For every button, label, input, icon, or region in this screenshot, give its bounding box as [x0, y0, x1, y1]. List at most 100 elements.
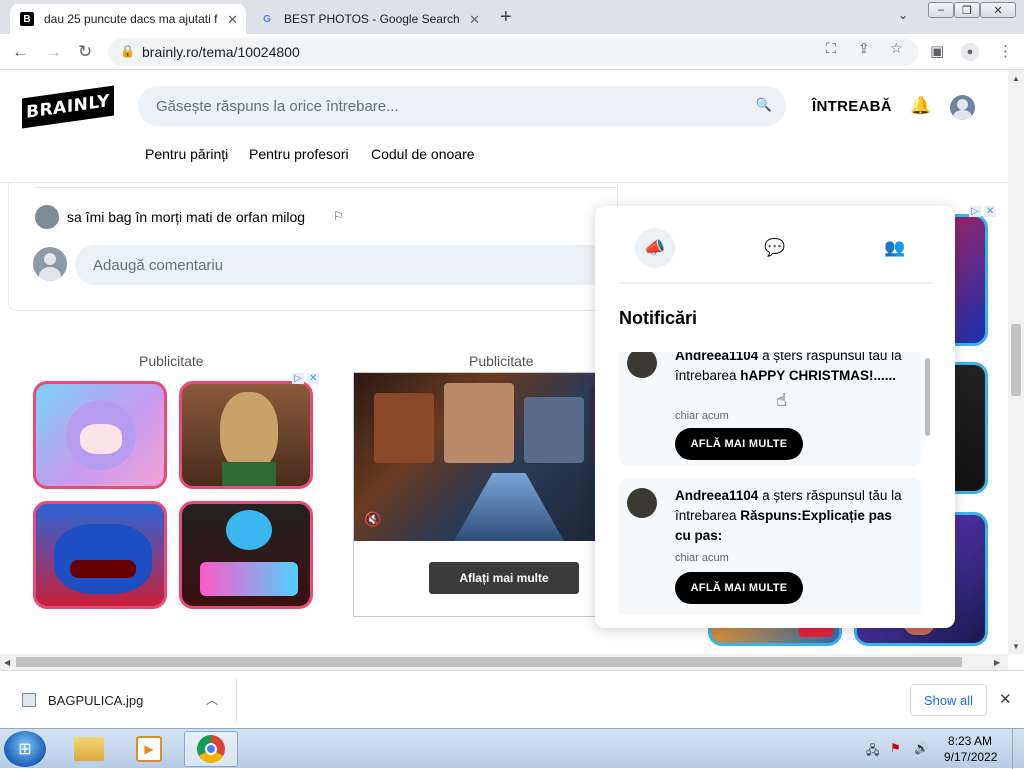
network-icon[interactable]: 🖧: [866, 741, 879, 762]
game-ad-tile[interactable]: [33, 501, 167, 609]
brainly-logo[interactable]: BRAINLY: [22, 85, 114, 129]
search-icon[interactable]: 🔍: [756, 97, 772, 113]
notification-item[interactable]: Andreea1104 a șters răspunsul tău la înt…: [619, 352, 921, 466]
tab-title: BEST PHOTOS - Google Search: [284, 12, 460, 26]
notification-question[interactable]: hAPPY CHRISTMAS!......: [740, 368, 896, 383]
ad-close-icon[interactable]: ✕: [984, 206, 997, 217]
nav-link-honor-code[interactable]: Codul de onoare: [371, 146, 475, 162]
folder-icon: [74, 737, 104, 761]
ad-choices-icon[interactable]: ▷: [292, 373, 304, 384]
downloads-bar: BAGPULICA.jpg ︿ Show all ✕: [0, 670, 1024, 728]
nav-link-teachers[interactable]: Pentru profesori: [249, 146, 349, 162]
taskbar-media-player[interactable]: ▶: [122, 731, 176, 767]
notification-time: chiar acum: [675, 552, 729, 564]
megaphone-icon: 📣: [644, 238, 666, 257]
ask-button[interactable]: ÎNTREABĂ: [812, 98, 892, 115]
clock-date[interactable]: 9/17/2022: [944, 750, 997, 764]
minimize-button[interactable]: –: [928, 2, 954, 18]
notification-user[interactable]: Andreea1104: [675, 352, 758, 363]
windows-logo-icon: ⊞: [18, 741, 32, 758]
maximize-button[interactable]: ❐: [954, 2, 980, 18]
side-panel-icon[interactable]: ▣: [930, 42, 944, 60]
tab-friends[interactable]: 👥: [875, 228, 915, 268]
ad-close-icon[interactable]: ✕: [307, 373, 320, 384]
notifications-panel: 📣 💬 👥 Notificări Andreea1104 a șters răs…: [595, 206, 955, 628]
notification-text: Andreea1104 a șters răspunsul tău la înt…: [675, 352, 911, 386]
show-desktop-button[interactable]: [1012, 729, 1024, 769]
reload-icon[interactable]: ↻: [78, 42, 92, 62]
comment-card: sa îmi bag în morți mati de orfan milog …: [8, 183, 618, 311]
tab-google[interactable]: G BEST PHOTOS - Google Search ✕: [250, 4, 488, 34]
search-input[interactable]: Găsește răspuns la orice întrebare... 🔍: [138, 86, 786, 126]
vertical-scroll-thumb[interactable]: [1011, 324, 1021, 396]
tab-notifications[interactable]: 📣: [635, 228, 675, 268]
notifications-scrollbar[interactable]: [925, 358, 930, 436]
show-all-button[interactable]: Show all: [910, 684, 987, 716]
browser-tab-bar: B dau 25 puncute dacs ma ajutati f ✕ G B…: [0, 0, 1024, 34]
scroll-left-icon[interactable]: ◀: [4, 658, 10, 667]
close-window-button[interactable]: ✕: [980, 2, 1016, 18]
divider: [619, 282, 933, 284]
game-ad-tile[interactable]: [179, 381, 313, 489]
ad-choices-icon[interactable]: ▷: [969, 206, 981, 217]
page-content: BRAINLY Găsește răspuns la orice întreba…: [0, 70, 1008, 654]
bookmark-star-icon[interactable]: ☆: [890, 40, 903, 57]
chat-icon: 💬: [764, 238, 786, 257]
add-comment-input[interactable]: Adaugă comentariu: [75, 245, 615, 285]
notifications-list: Andreea1104 a șters răspunsul tău la înt…: [619, 352, 931, 614]
new-tab-button[interactable]: +: [500, 6, 512, 29]
game-ad-tile[interactable]: [33, 381, 167, 489]
volume-icon[interactable]: 🔊: [914, 741, 929, 755]
bell-icon[interactable]: 🔔: [910, 96, 931, 116]
tab-brainly[interactable]: B dau 25 puncute dacs ma ajutati f ✕: [10, 4, 246, 34]
scroll-up-icon[interactable]: ▲: [1012, 74, 1020, 83]
back-icon[interactable]: ←: [12, 42, 29, 62]
chevron-up-icon[interactable]: ︿: [206, 691, 218, 708]
divider: [236, 679, 237, 721]
notification-avatar[interactable]: [627, 352, 657, 378]
comment-avatar[interactable]: [35, 205, 59, 229]
brainly-favicon-icon: B: [20, 12, 34, 26]
start-button[interactable]: ⊞: [4, 731, 46, 767]
tab-close-icon[interactable]: ✕: [469, 12, 480, 28]
browser-toolbar: ← → ↻ 🔒 brainly.ro/tema/10024800 ⛶ ⇪ ☆ ▣…: [0, 34, 1024, 70]
learn-more-button[interactable]: AFLĂ MAI MULTE: [675, 428, 803, 460]
learn-more-button[interactable]: AFLĂ MAI MULTE: [675, 572, 803, 604]
chrome-icon: [197, 735, 225, 763]
profile-icon[interactable]: ●: [961, 43, 979, 61]
notification-user[interactable]: Andreea1104: [675, 488, 758, 503]
mute-icon[interactable]: 🔇: [364, 511, 381, 528]
download-file-name[interactable]: BAGPULICA.jpg: [48, 693, 143, 708]
clock-time[interactable]: 8:23 AM: [948, 734, 992, 748]
close-icon[interactable]: ✕: [999, 690, 1012, 708]
taskbar-explorer[interactable]: [62, 731, 116, 767]
report-flag-icon[interactable]: ⚐: [333, 209, 344, 223]
avatar[interactable]: [950, 95, 975, 120]
notification-item[interactable]: Andreea1104 a șters răspunsul tău la înt…: [619, 478, 921, 614]
tab-search-chevron-icon[interactable]: ⌄: [898, 8, 908, 22]
translate-icon[interactable]: ⛶: [826, 40, 836, 57]
media-player-icon: ▶: [136, 736, 162, 762]
scroll-right-icon[interactable]: ▶: [994, 658, 1000, 667]
forward-icon[interactable]: →: [45, 42, 62, 62]
address-bar[interactable]: 🔒 brainly.ro/tema/10024800: [108, 38, 918, 66]
scroll-down-icon[interactable]: ▼: [1012, 642, 1020, 651]
ad-label-left: Publicitate: [139, 353, 204, 369]
search-placeholder: Găsește răspuns la orice întrebare...: [156, 97, 399, 115]
tab-close-icon[interactable]: ✕: [227, 12, 238, 28]
user-avatar: [33, 247, 67, 281]
action-center-icon[interactable]: ⚑: [890, 741, 901, 755]
vertical-scrollbar[interactable]: ▲ ▼: [1008, 70, 1024, 654]
notifications-title: Notificări: [619, 308, 698, 328]
horizontal-scrollbar[interactable]: ◀ ▶: [0, 654, 1008, 670]
share-icon[interactable]: ⇪: [858, 40, 870, 57]
notification-avatar[interactable]: [627, 488, 657, 518]
image-file-icon: [22, 693, 36, 707]
nav-link-parents[interactable]: Pentru părinți: [145, 146, 228, 162]
horizontal-scroll-thumb[interactable]: [16, 657, 962, 667]
menu-kebab-icon[interactable]: ⋮: [998, 42, 1013, 60]
learn-more-button[interactable]: Aflați mai multe: [429, 562, 579, 594]
game-ad-tile[interactable]: [179, 501, 313, 609]
tab-messages[interactable]: 💬: [755, 228, 795, 268]
taskbar-chrome[interactable]: [184, 731, 238, 767]
